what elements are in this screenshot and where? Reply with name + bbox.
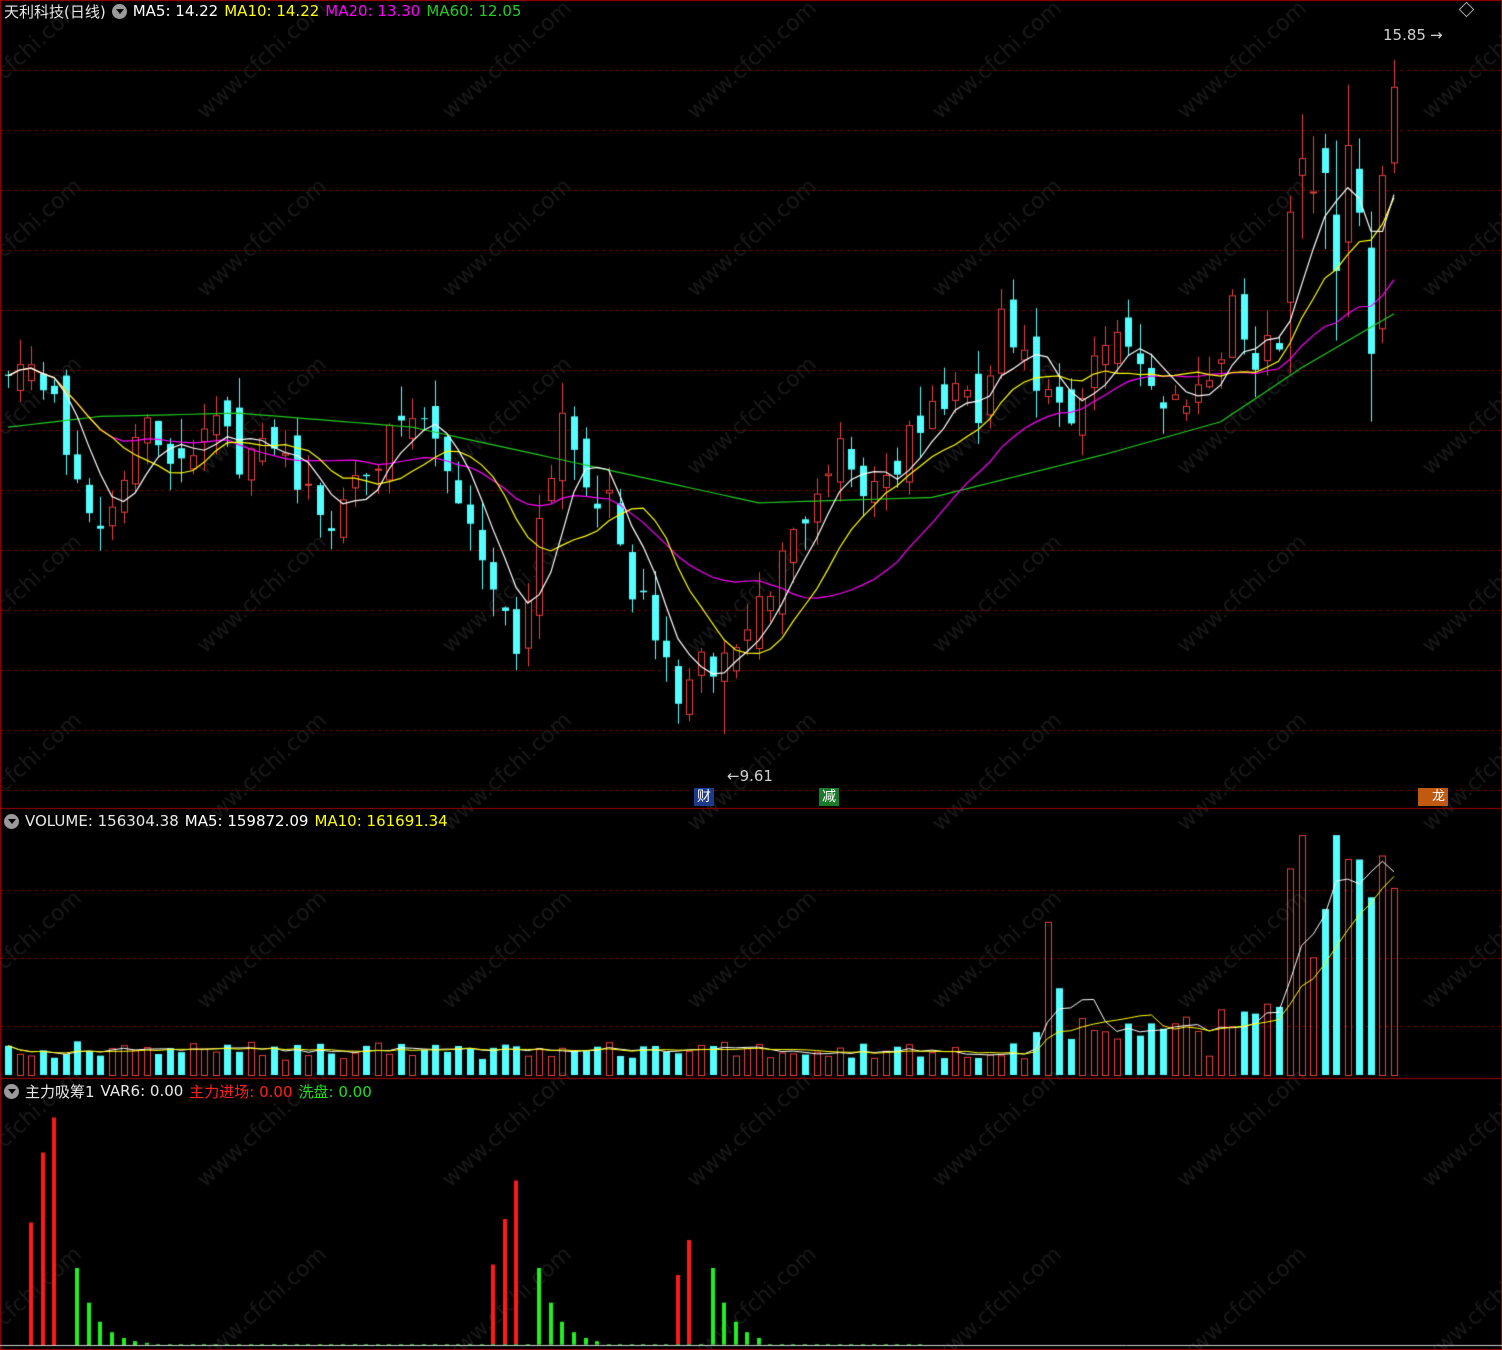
chevron-down-icon[interactable]: [4, 813, 19, 829]
chevron-down-icon[interactable]: [111, 3, 127, 19]
stock-title: 天利科技(日线): [4, 2, 106, 21]
chevron-down-icon[interactable]: [4, 1083, 19, 1099]
arrow-left-icon: ←: [727, 767, 740, 785]
event-tag-reduce[interactable]: 减: [819, 788, 839, 806]
ma5-value: MA5: 14.22: [132, 2, 219, 20]
high-price-value: 15.85: [1383, 26, 1426, 44]
volume-panel-header: VOLUME: 156304.38 MA5: 159872.09 MA10: 1…: [4, 811, 454, 831]
main-panel-header: 天利科技(日线) MA5: 14.22 MA10: 14.22 MA20: 13…: [4, 1, 527, 21]
ma10-value: MA10: 14.22: [224, 2, 320, 20]
low-price-value: 9.61: [739, 767, 773, 785]
indicator-panel-header: 主力吸筹1 VAR6: 0.00 主力进场: 0.00 洗盘: 0.00: [4, 1081, 378, 1101]
arrow-right-icon: →: [1429, 26, 1443, 44]
ma60-value: MA60: 12.05: [426, 2, 522, 20]
event-tag-finance[interactable]: 财: [694, 788, 714, 806]
volume-ma5-value: MA5: 159872.09: [184, 812, 309, 830]
low-price-marker: ←9.61: [724, 767, 776, 785]
volume-value: VOLUME: 156304.38: [25, 812, 179, 830]
washout-value: 洗盘: 0.00: [298, 1082, 372, 1101]
var6-value: VAR6: 0.00: [100, 1082, 184, 1100]
volume-ma10-value: MA10: 161691.34: [314, 812, 448, 830]
high-price-marker: 15.85 →: [1380, 26, 1446, 44]
indicator-name: 主力吸筹1: [25, 1082, 95, 1101]
mainforce-enter-value: 主力进场: 0.00: [189, 1082, 293, 1101]
ma20-value: MA20: 13.30: [325, 2, 421, 20]
event-tag-longhubang[interactable]: 龙虎榜: [1418, 788, 1448, 806]
kline-chart-canvas[interactable]: [0, 0, 1502, 1350]
